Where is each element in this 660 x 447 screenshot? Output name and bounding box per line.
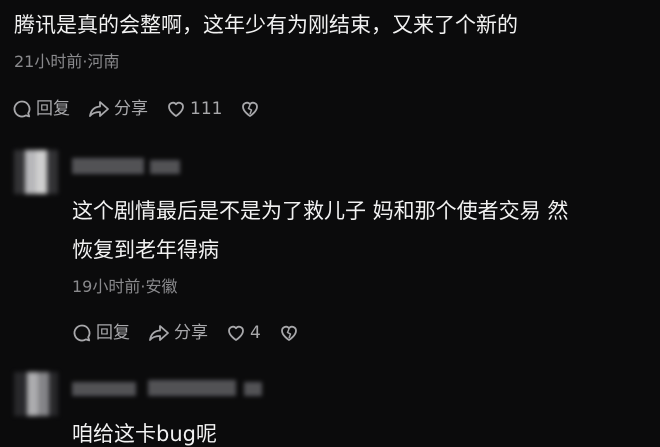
username-extra [148, 380, 236, 396]
share-arrow-icon [88, 99, 110, 119]
comment-text: 腾讯是真的会整啊，这年少有为刚结束，又来了个新的 [14, 13, 518, 37]
like-button[interactable]: 111 [166, 98, 222, 120]
user-badge [150, 160, 180, 174]
like-count: 4 [250, 323, 261, 343]
share-label: 分享 [114, 99, 148, 119]
reply-button[interactable]: 回复 [12, 98, 70, 120]
comment-meta: 21小时前·河南 [14, 52, 120, 71]
username[interactable] [72, 158, 144, 174]
like-count: 111 [190, 99, 223, 119]
comment-text-line: 这个剧情最后是不是为了救儿子 妈和那个使者交易 然 [72, 199, 569, 223]
heart-icon [226, 323, 246, 343]
comment-actions: 回复 分享 4 [72, 322, 317, 344]
username[interactable] [72, 382, 136, 396]
reply-label: 回复 [36, 99, 70, 119]
comment-actions: 回复 分享 111 [12, 98, 278, 120]
comment-text: 咱给这卡bug呢 [72, 422, 217, 446]
comment-bubble-icon [72, 323, 92, 343]
comment-section: 腾讯是真的会整啊，这年少有为刚结束，又来了个新的 21小时前·河南 回复 分享 … [0, 0, 660, 447]
heart-icon [166, 99, 186, 119]
dislike-button[interactable] [240, 99, 260, 119]
broken-heart-icon [240, 99, 260, 119]
reply-button[interactable]: 回复 [72, 322, 130, 344]
share-arrow-icon [148, 323, 170, 343]
avatar[interactable] [14, 150, 58, 194]
share-label: 分享 [174, 323, 208, 343]
share-button[interactable]: 分享 [148, 322, 208, 344]
dislike-button[interactable] [279, 323, 299, 343]
comment-text-line: 恢复到老年得病 [72, 238, 219, 262]
user-badge [244, 382, 262, 396]
broken-heart-icon [279, 323, 299, 343]
comment-meta: 19小时前·安徽 [72, 277, 178, 296]
reply-label: 回复 [96, 323, 130, 343]
avatar[interactable] [14, 372, 58, 416]
comment-bubble-icon [12, 99, 32, 119]
like-button[interactable]: 4 [226, 322, 261, 344]
share-button[interactable]: 分享 [88, 98, 148, 120]
